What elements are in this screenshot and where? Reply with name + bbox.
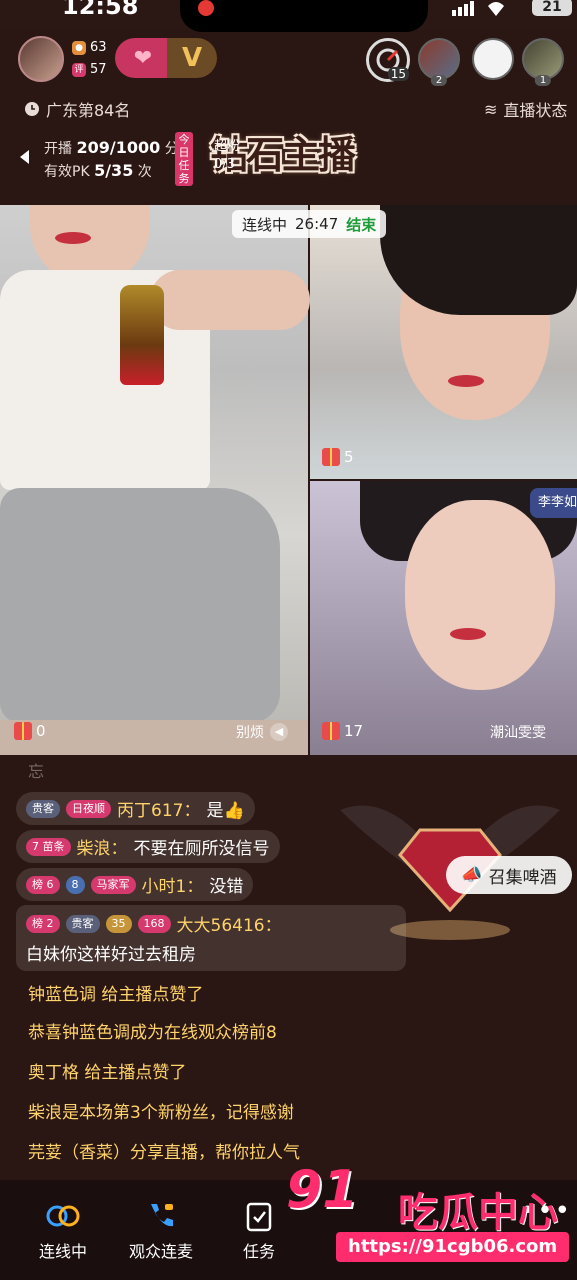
system-message: 奥丁格 给主播点赞了 (28, 1063, 187, 1083)
top-viewer-avatar-1[interactable]: 2 (418, 38, 460, 86)
status-time: 12:58 (62, 0, 139, 20)
wifi-icon: ≋ (484, 99, 498, 119)
guest-mouth-1 (448, 375, 484, 387)
link-icon (43, 1198, 83, 1234)
top-viewer-avatar-2[interactable] (472, 38, 514, 80)
chat-message[interactable]: 7 苗条 柴浪： 不要在厕所没信号 (16, 830, 280, 863)
reviews-stat: 评 57 (72, 62, 107, 77)
recording-indicator-icon (198, 0, 214, 16)
guest-name-tag[interactable]: 潮汕雯雯 (490, 722, 546, 742)
phone-icon (141, 1198, 181, 1234)
guest1-gift-count[interactable]: 5 (322, 448, 354, 466)
guest-mouth-2 (450, 628, 486, 640)
live-status-button[interactable]: ≋ 直播状态 (484, 97, 567, 121)
signal-wifi-icon (452, 0, 528, 22)
system-message: 柴浪是本场第3个新粉丝，记得感谢 (28, 1103, 294, 1123)
megaphone-icon: 📣 (461, 865, 483, 885)
summon-beer-button[interactable]: 📣 召集啤酒 (446, 856, 572, 894)
watermark-url: https://91cgb06.com (336, 1232, 570, 1262)
dynamic-island (180, 0, 428, 32)
nav-viewer-link[interactable]: 观众连麦 (116, 1198, 206, 1262)
clipboard-icon (239, 1198, 279, 1234)
region-rank[interactable]: 广东第84名 (24, 97, 130, 121)
collapse-arrow-icon[interactable] (20, 150, 29, 164)
person-icon: ● (72, 40, 86, 55)
end-pk-button[interactable]: 结束 (346, 214, 376, 235)
guest2-gift-count[interactable]: 17 (322, 722, 363, 740)
host-shorts (0, 488, 280, 723)
comment-icon: 评 (72, 62, 86, 77)
gift-icon (14, 722, 32, 740)
system-message: 芫荽（香菜）分享直播，帮你拉人气 (28, 1143, 300, 1163)
system-message: 钟蓝色调 给主播点赞了 (28, 985, 204, 1005)
faded-chat-message: 忘 (28, 762, 45, 781)
guest-name-tag-top[interactable]: 李李如 (530, 488, 577, 518)
speaker-icon: ◀ (270, 723, 288, 741)
host-arm (150, 270, 310, 330)
gift-icon (322, 722, 340, 740)
system-message: 恭喜钟蓝色调成为在线观众榜前8 (28, 1023, 277, 1043)
rank-ring-button[interactable]: 15 (366, 38, 410, 82)
guest-face-2 (405, 500, 555, 690)
pk-timer: 连线中 26:47 结束 (232, 210, 387, 238)
chat-message[interactable]: 贵客 日夜顺 丙丁617： 是👍 (16, 792, 255, 825)
top-viewer-avatar-3[interactable]: 1 (522, 38, 564, 86)
stream-time-task: 开播 209/1000 分钟 (44, 138, 193, 157)
super-fans-task: 超粉 0/3 (214, 139, 241, 172)
heart-icon: ❤ (133, 45, 153, 71)
daily-task-tag[interactable]: 今日任务 (175, 132, 193, 186)
v-badge-button[interactable]: V (167, 38, 217, 78)
watermark-brand: 吃瓜中心 (398, 1190, 558, 1236)
clock-icon (25, 102, 39, 116)
followers-stat: ● 63 (72, 40, 107, 55)
gift-icon (322, 448, 340, 466)
host-avatar[interactable] (18, 36, 64, 82)
heart-button[interactable]: ❤ (115, 38, 171, 78)
battery-indicator: 21 (532, 0, 572, 16)
pk-task: 有效PK 5/35 次 (44, 161, 152, 180)
host-mouth (55, 232, 91, 244)
bottle (120, 285, 164, 385)
watermark-logo: 91 (286, 1160, 359, 1220)
mute-toggle[interactable]: 别烦 ◀ (236, 722, 288, 742)
chat-message[interactable]: 榜 6 8 马家军 小时1： 没错 (16, 868, 254, 901)
chat-message[interactable]: 榜 2 贵客 35 168 大大56416： 白妹你这样好过去租房 (16, 905, 406, 971)
nav-link-mic[interactable]: 连线中 (18, 1198, 108, 1262)
v-icon: V (181, 43, 203, 73)
main-gift-count[interactable]: 0 (14, 722, 46, 740)
